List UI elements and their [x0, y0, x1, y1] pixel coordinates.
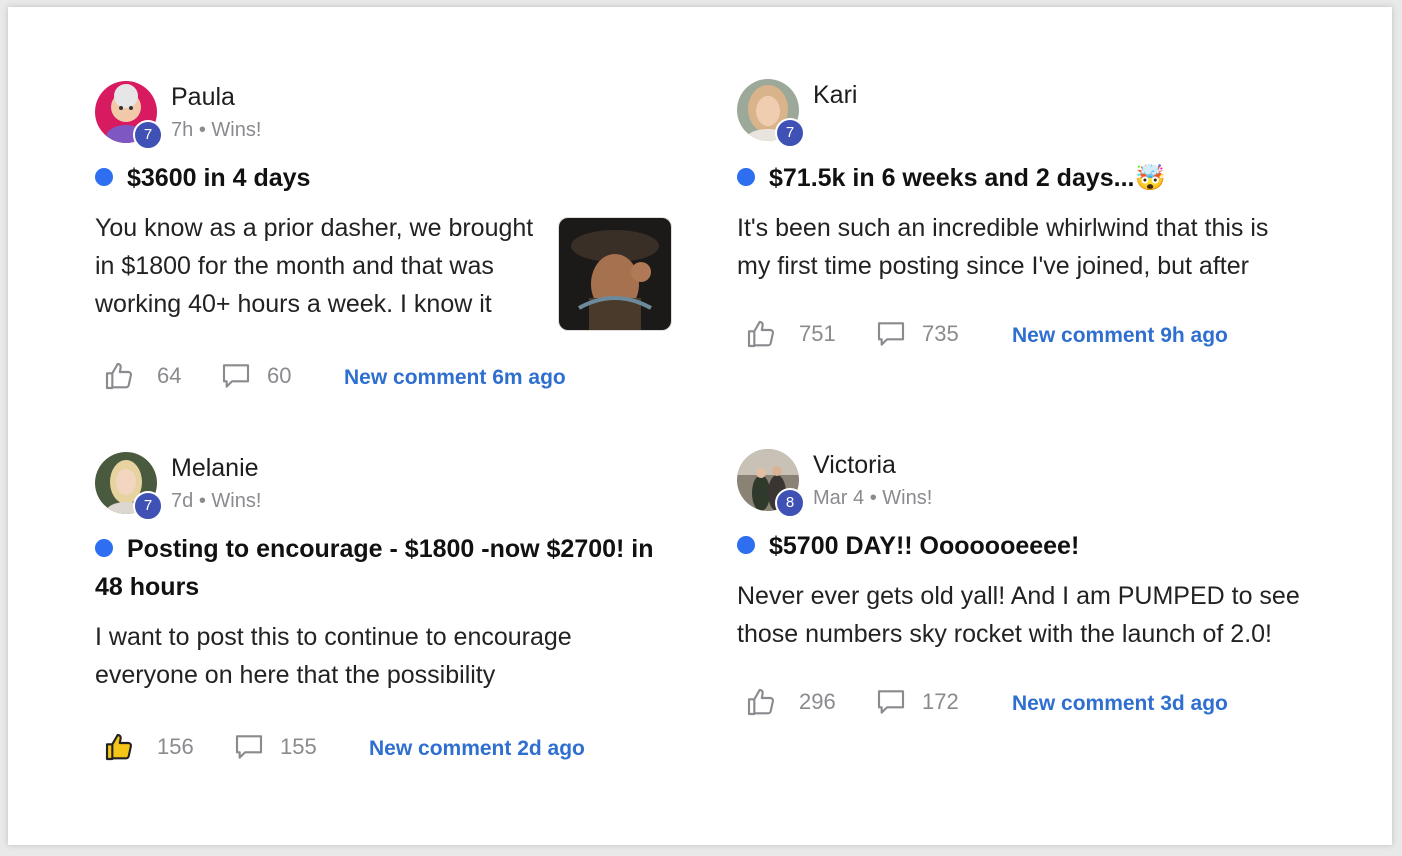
post-header: 7 Melanie 7d • Wins!	[95, 452, 685, 521]
like-count: 296	[799, 689, 836, 714]
post-header: 7 Paula 7h • Wins!	[95, 81, 685, 150]
post-card[interactable]: 7 Melanie 7d • Wins! Posting to encourag…	[95, 452, 685, 771]
level-badge: 7	[133, 120, 163, 150]
post-time: 7h	[171, 119, 194, 141]
comment-count: 172	[922, 689, 959, 714]
author-name[interactable]: Victoria	[813, 451, 896, 480]
post-meta: Mar 4 • Wins!	[813, 487, 932, 510]
post-actions: 296 172 New comment 3d ago	[737, 686, 1337, 726]
post-time: 7d	[171, 490, 194, 512]
title-row: $71.5k in 6 weeks and 2 days...🤯	[737, 159, 1337, 197]
author-name[interactable]: Kari	[813, 81, 857, 110]
unread-dot	[95, 539, 113, 557]
post-actions: 64 60 New comment 6m ago	[95, 360, 685, 400]
level-badge: 7	[133, 491, 163, 521]
meta-separator: •	[198, 119, 206, 141]
post-meta: 7d • Wins!	[171, 490, 261, 513]
post-card[interactable]: 8 Victoria Mar 4 • Wins! $5700 DAY!! Ooo…	[737, 449, 1337, 726]
title-row: $3600 in 4 days	[95, 159, 685, 197]
like-count: 751	[799, 321, 836, 346]
comment-button[interactable]: 60	[220, 360, 291, 392]
post-actions: 751 735 New comment 9h ago	[737, 318, 1337, 358]
like-count: 156	[157, 734, 194, 759]
post-meta: 7h • Wins!	[171, 119, 261, 142]
level-badge: 8	[775, 488, 805, 518]
level-badge: 7	[775, 118, 805, 148]
post-excerpt[interactable]: It's been such an incredible whirlwind t…	[737, 209, 1297, 285]
post-category[interactable]: Wins!	[211, 119, 261, 141]
like-count: 64	[157, 363, 182, 388]
comment-bubble-icon	[233, 731, 265, 763]
comment-bubble-icon	[220, 360, 252, 392]
comment-button[interactable]: 172	[875, 686, 959, 718]
new-comment-link[interactable]: New comment 9h ago	[1012, 324, 1228, 348]
comment-count: 60	[267, 363, 292, 388]
thumbs-up-icon	[103, 731, 135, 763]
post-title[interactable]: Posting to encourage - $1800 -now $2700!…	[95, 530, 655, 606]
feed-card: 7 Paula 7h • Wins! $3600 in 4 days You k…	[8, 7, 1392, 845]
title-row: $5700 DAY!! Ooooooeeee!	[737, 527, 1337, 565]
like-button[interactable]: 156	[103, 731, 194, 763]
post-card[interactable]: 7 Kari $71.5k in 6 weeks and 2 days...🤯 …	[737, 79, 1337, 358]
meta-separator: •	[869, 487, 877, 509]
post-header: 8 Victoria Mar 4 • Wins!	[737, 449, 1337, 518]
unread-dot	[737, 536, 755, 554]
title-row: Posting to encourage - $1800 -now $2700!…	[95, 530, 685, 606]
comment-button[interactable]: 735	[875, 318, 959, 350]
post-title[interactable]: $5700 DAY!! Ooooooeeee!	[769, 527, 1337, 565]
comment-bubble-icon	[875, 686, 907, 718]
new-comment-link[interactable]: New comment 6m ago	[344, 366, 566, 390]
like-button[interactable]: 64	[103, 360, 181, 392]
thumbs-up-icon	[103, 360, 135, 392]
post-card[interactable]: 7 Paula 7h • Wins! $3600 in 4 days You k…	[95, 81, 685, 400]
like-button[interactable]: 296	[745, 686, 836, 718]
new-comment-link[interactable]: New comment 3d ago	[1012, 692, 1228, 716]
thumbs-up-icon	[745, 318, 777, 350]
unread-dot	[737, 168, 755, 186]
author-name[interactable]: Melanie	[171, 454, 259, 483]
unread-dot	[95, 168, 113, 186]
comment-bubble-icon	[875, 318, 907, 350]
post-title[interactable]: $71.5k in 6 weeks and 2 days...🤯	[769, 159, 1337, 197]
comment-count: 155	[280, 734, 317, 759]
post-actions: 156 155 New comment 2d ago	[95, 731, 685, 771]
thumbs-up-icon	[745, 686, 777, 718]
post-excerpt[interactable]: You know as a prior dasher, we brought i…	[95, 209, 543, 323]
like-button[interactable]: 751	[745, 318, 836, 350]
author-name[interactable]: Paula	[171, 83, 235, 112]
post-excerpt[interactable]: I want to post this to continue to encou…	[95, 618, 615, 694]
post-header: 7 Kari	[737, 79, 1337, 148]
post-title[interactable]: $3600 in 4 days	[127, 159, 685, 197]
post-category[interactable]: Wins!	[211, 490, 261, 512]
new-comment-link[interactable]: New comment 2d ago	[369, 737, 585, 761]
meta-separator: •	[198, 490, 206, 512]
post-category[interactable]: Wins!	[882, 487, 932, 509]
post-time: Mar 4	[813, 487, 865, 509]
post-excerpt[interactable]: Never ever gets old yall! And I am PUMPE…	[737, 577, 1317, 653]
comment-count: 735	[922, 321, 959, 346]
post-thumbnail[interactable]	[558, 217, 672, 331]
comment-button[interactable]: 155	[233, 731, 317, 763]
